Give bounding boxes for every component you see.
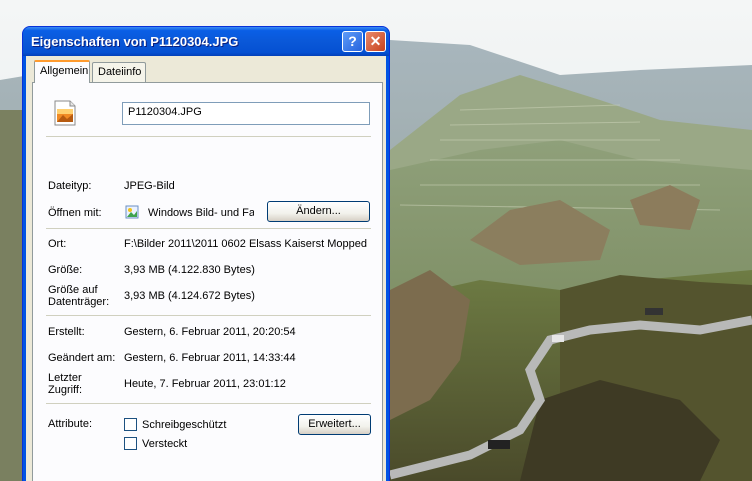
advanced-button[interactable]: Erweitert...: [298, 414, 371, 435]
modified-value: Gestern, 6. Februar 2011, 14:33:44: [124, 352, 296, 364]
windows-picture-viewer-icon: [125, 205, 139, 219]
file-type-value: JPEG-Bild: [124, 180, 175, 192]
size-on-disk-value: 3,93 MB (4.124.672 Bytes): [124, 290, 255, 302]
readonly-checkbox[interactable]: [124, 418, 137, 431]
open-with-label: Öffnen mit:: [48, 207, 102, 219]
window-title: Eigenschaften von P1120304.JPG: [31, 34, 239, 49]
general-tab-panel: P1120304.JPG Dateityp: JPEG-Bild Öffnen …: [32, 82, 383, 481]
hidden-checkbox-label[interactable]: Versteckt: [142, 438, 187, 450]
location-label: Ort:: [48, 238, 67, 250]
created-value: Gestern, 6. Februar 2011, 20:20:54: [124, 326, 296, 338]
accessed-label-line2: Zugriff:: [48, 384, 83, 396]
size-value: 3,93 MB (4.122.830 Bytes): [124, 264, 255, 276]
separator: [46, 136, 371, 137]
modified-label: Geändert am:: [48, 352, 116, 364]
properties-dialog: Eigenschaften von P1120304.JPG ? ✕ Allge…: [22, 26, 390, 481]
readonly-checkbox-label[interactable]: Schreibgeschützt: [142, 419, 226, 431]
tab-allgemein[interactable]: Allgemein: [34, 60, 90, 83]
jpeg-image-icon: [54, 100, 76, 126]
change-button[interactable]: Ändern...: [267, 201, 370, 222]
location-value: F:\Bilder 2011\2011 0602 Elsass Kaiserst…: [124, 238, 367, 250]
close-button[interactable]: ✕: [365, 31, 386, 52]
size-on-disk-label-line2: Datenträger:: [48, 296, 110, 308]
tab-dateiinfo[interactable]: Dateiinfo: [92, 62, 146, 82]
dialog-client-area: Allgemein Dateiinfo P1120304.JPG Dateity…: [26, 56, 386, 481]
title-bar[interactable]: Eigenschaften von P1120304.JPG ? ✕: [23, 27, 389, 56]
filename-field[interactable]: P1120304.JPG: [122, 102, 370, 125]
separator: [46, 315, 371, 316]
separator: [46, 403, 371, 404]
size-label: Größe:: [48, 264, 83, 276]
hidden-checkbox[interactable]: [124, 437, 137, 450]
accessed-value: Heute, 7. Februar 2011, 23:01:12: [124, 378, 286, 390]
created-label: Erstellt:: [48, 326, 85, 338]
file-type-label: Dateityp:: [48, 180, 92, 192]
help-button[interactable]: ?: [342, 31, 363, 52]
open-with-app-name: Windows Bild- und Fax: [148, 207, 254, 219]
separator: [46, 228, 371, 229]
attributes-label: Attribute:: [48, 418, 93, 430]
